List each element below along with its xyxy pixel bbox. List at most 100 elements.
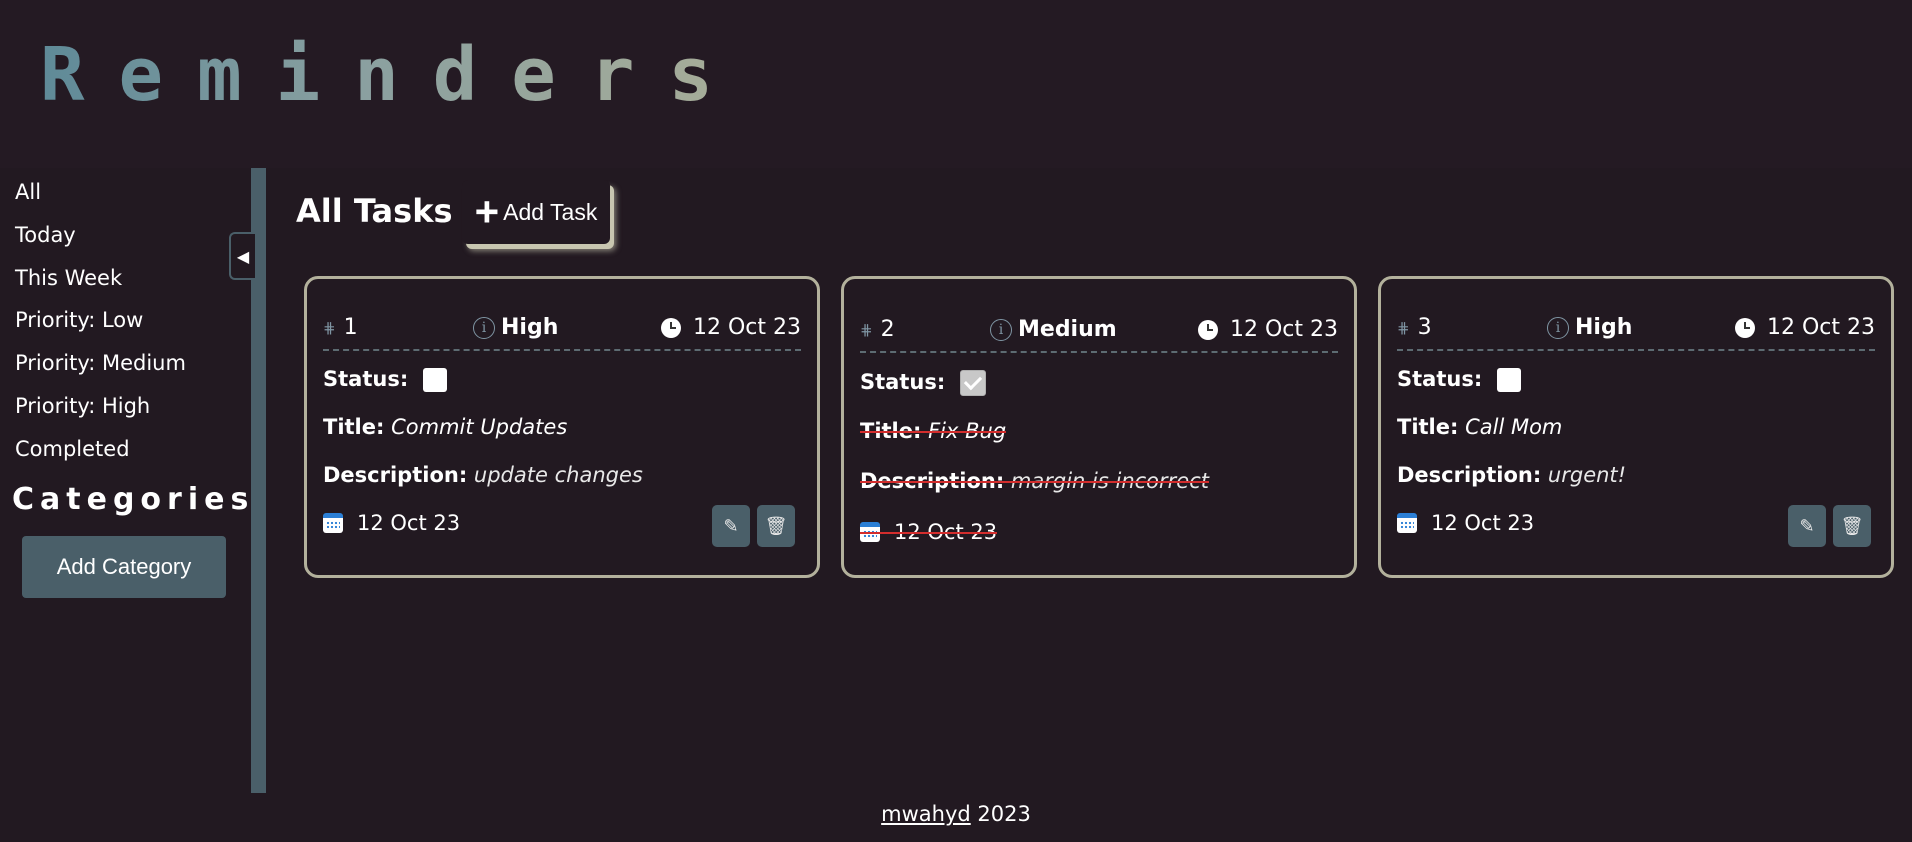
triangle-left-icon: ◀ (236, 246, 250, 266)
task-priority-value: High (501, 315, 559, 340)
sidebar-item-priority-low[interactable]: Priority: Low (15, 308, 143, 332)
clock-icon (1734, 317, 1755, 338)
description-label: Description: (1397, 463, 1542, 487)
delete-button[interactable]: 🗑 (1833, 505, 1871, 547)
hash-icon: ⋕ (860, 320, 873, 339)
status-checkbox[interactable] (959, 370, 986, 396)
task-title-row: Title: Fix Bug (860, 419, 1007, 443)
title-label: Title: (323, 415, 385, 439)
task-created-value: 12 Oct 23 (1229, 317, 1338, 342)
add-task-button[interactable]: + Add Task (462, 180, 610, 244)
task-due-row: 12 Oct 23 (860, 520, 998, 547)
app-logo: Reminders (40, 32, 747, 118)
task-title: Call Mom (1465, 415, 1563, 439)
task-description-row: Description: update changes (323, 463, 643, 487)
calendar-icon (1397, 513, 1417, 533)
title-label: Title: (860, 419, 922, 443)
task-priority: i High (1547, 315, 1632, 340)
task-priority-value: Medium (1018, 317, 1117, 342)
trash-icon: 🗑 (764, 515, 788, 537)
task-card-header: ⋕ 3 i High 12 Oct 23 (1397, 315, 1875, 351)
task-title-row: Title: Call Mom (1397, 415, 1562, 439)
task-id-value: 1 (343, 315, 358, 340)
sidebar: All Today This Week Priority: Low Priori… (0, 168, 251, 793)
sidebar-item-all[interactable]: All (15, 180, 41, 204)
footer-year: 2023 (977, 802, 1031, 826)
due-strike: 12 Oct 23 (860, 520, 998, 544)
calendar-icon (860, 522, 880, 542)
pencil-icon: ✎ (723, 515, 739, 537)
title-label: Title: (1397, 415, 1459, 439)
hash-icon: ⋕ (1397, 318, 1410, 337)
page-title: All Tasks (296, 192, 453, 230)
status-checkbox[interactable] (1496, 368, 1521, 392)
author-link[interactable]: mwahyd (881, 802, 971, 826)
task-card: ⋕ 2 i Medium 12 Oct 23 Status: Title: Fi… (841, 276, 1357, 578)
task-title-row: Title: Commit Updates (323, 415, 567, 439)
task-status-row: Status: (1397, 367, 1521, 392)
title-strike: Title: Fix Bug (860, 419, 1007, 443)
pencil-icon: ✎ (1799, 515, 1815, 537)
add-category-button[interactable]: Add Category (22, 536, 226, 598)
info-icon: i (990, 318, 1012, 341)
task-card-header: ⋕ 1 i High 12 Oct 23 (323, 315, 801, 351)
delete-button[interactable]: 🗑 (757, 505, 795, 547)
task-card-header: ⋕ 2 i Medium 12 Oct 23 (860, 317, 1338, 353)
task-id-value: 3 (1417, 315, 1432, 340)
task-title: Fix Bug (928, 419, 1007, 443)
task-due-date: 12 Oct 23 (894, 520, 998, 544)
clock-icon (660, 317, 681, 338)
status-label: Status: (860, 370, 946, 394)
description-label: Description: (323, 463, 468, 487)
task-description: urgent! (1547, 463, 1627, 487)
task-due-date: 12 Oct 23 (357, 511, 461, 535)
task-priority: i Medium (990, 317, 1117, 342)
task-description-row: Description: margin is incorrect (860, 469, 1209, 493)
edit-button[interactable]: ✎ (1788, 505, 1826, 547)
plus-icon: + (474, 188, 500, 235)
task-created-value: 12 Oct 23 (1766, 315, 1875, 340)
hash-icon: ⋕ (323, 318, 336, 337)
info-icon: i (473, 316, 495, 339)
description-label: Description: (860, 469, 1005, 493)
sidebar-item-priority-medium[interactable]: Priority: Medium (15, 351, 186, 375)
collapse-sidebar-button[interactable]: ◀ (229, 232, 255, 280)
task-priority: i High (473, 315, 558, 340)
description-strike: Description: margin is incorrect (860, 469, 1209, 493)
add-task-label: Add Task (503, 198, 598, 225)
task-created-date: 12 Oct 23 (660, 315, 801, 340)
calendar-icon (323, 513, 343, 533)
task-due-row: 12 Oct 23 (323, 511, 460, 535)
task-id: ⋕ 1 (323, 315, 358, 340)
clock-icon (1197, 319, 1218, 340)
task-status-row: Status: (323, 367, 447, 392)
task-id-value: 2 (880, 317, 895, 342)
task-description: update changes (473, 463, 643, 487)
task-due-date: 12 Oct 23 (1431, 511, 1535, 535)
task-description-row: Description: urgent! (1397, 463, 1626, 487)
sidebar-item-priority-high[interactable]: Priority: High (15, 394, 150, 418)
status-label: Status: (1397, 367, 1483, 391)
task-id: ⋕ 2 (860, 317, 895, 342)
app-header: Reminders (0, 0, 1912, 168)
task-priority-value: High (1575, 315, 1633, 340)
status-label: Status: (323, 367, 409, 391)
task-status-row: Status: (860, 370, 986, 396)
task-created-date: 12 Oct 23 (1197, 317, 1338, 342)
task-id: ⋕ 3 (1397, 315, 1432, 340)
task-title: Commit Updates (391, 415, 568, 439)
task-card: ⋕ 3 i High 12 Oct 23 Status: Title: Call… (1378, 276, 1894, 578)
sidebar-item-this-week[interactable]: This Week (15, 266, 122, 290)
task-due-row: 12 Oct 23 (1397, 511, 1534, 535)
footer: mwahyd 2023 (0, 802, 1912, 826)
edit-button[interactable]: ✎ (712, 505, 750, 547)
info-icon: i (1547, 316, 1569, 339)
categories-heading: Categories (12, 482, 255, 517)
task-created-value: 12 Oct 23 (692, 315, 801, 340)
status-checkbox[interactable] (422, 368, 447, 392)
task-created-date: 12 Oct 23 (1734, 315, 1875, 340)
task-description: margin is incorrect (1010, 469, 1209, 493)
sidebar-item-completed[interactable]: Completed (15, 437, 130, 461)
sidebar-item-today[interactable]: Today (15, 223, 76, 247)
trash-icon: 🗑 (1840, 515, 1864, 537)
